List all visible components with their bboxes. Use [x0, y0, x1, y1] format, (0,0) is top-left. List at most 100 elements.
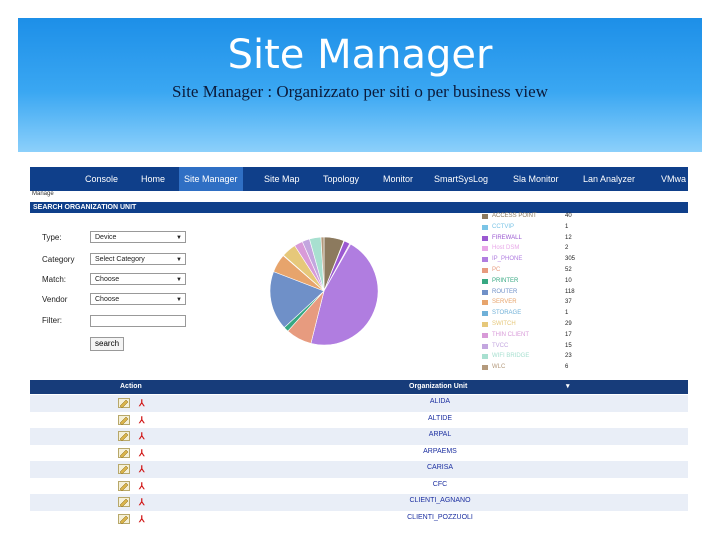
legend-count: 118: [565, 288, 575, 295]
legend-count: 52: [565, 266, 572, 273]
search-section-bar: SEARCH ORGANIZATION UNIT: [30, 202, 688, 213]
type-select[interactable]: Device ▼: [90, 231, 186, 243]
edit-pencil-icon[interactable]: [118, 447, 130, 458]
legend-label: SWITCH: [492, 320, 516, 327]
vendor-label: Vendor: [42, 295, 68, 304]
legend-count: 37: [565, 299, 572, 306]
legend-item: FIREWALL 12: [482, 235, 607, 246]
vendor-select[interactable]: Choose ▼: [90, 293, 186, 305]
legend-label: STORAGE: [492, 310, 522, 317]
search-button[interactable]: search: [90, 337, 125, 351]
legend-label: TVCC: [492, 342, 509, 349]
type-label: Type:: [42, 233, 62, 242]
category-select[interactable]: Select Category ▼: [90, 253, 186, 265]
legend-swatch: [482, 289, 488, 295]
chevron-down-icon: ▼: [176, 277, 182, 283]
edit-pencil-icon[interactable]: [118, 480, 130, 491]
legend-label: IP_PHONE: [492, 256, 523, 263]
legend-label: PC: [492, 266, 501, 273]
nav-site-map[interactable]: Site Map: [264, 167, 300, 191]
legend-item: CCTVIP 1: [482, 224, 607, 235]
legend-swatch: [482, 224, 488, 230]
pdf-icon[interactable]: ⅄: [139, 464, 145, 475]
pdf-icon[interactable]: ⅄: [139, 514, 145, 525]
table-row: ⅄ CLIENTI_AGNANO: [30, 494, 688, 511]
legend-swatch: [482, 235, 488, 241]
category-label: Category: [42, 255, 75, 264]
legend-count: 29: [565, 320, 572, 327]
nav-smartsyslog[interactable]: SmartSysLog: [434, 167, 488, 191]
device-pie-chart: [269, 236, 379, 346]
type-select-value: Device: [95, 234, 117, 241]
legend-swatch: [482, 332, 488, 338]
legend-swatch: [482, 257, 488, 263]
table-header: Action Organization Unit ▾: [30, 380, 688, 394]
edit-pencil-icon[interactable]: [118, 398, 130, 408]
top-navbar: Console Home Site Manager Site Map Topol…: [30, 167, 688, 191]
org-unit-name[interactable]: CLIENTI_AGNANO: [360, 497, 520, 504]
pdf-icon[interactable]: ⅄: [139, 415, 145, 426]
legend-item: SERVER 37: [482, 299, 607, 310]
legend-count: 40: [565, 213, 572, 219]
legend-label: CCTVIP: [492, 223, 515, 230]
pdf-icon[interactable]: ⅄: [139, 481, 145, 492]
edit-pencil-icon[interactable]: [118, 431, 130, 441]
legend-item: THIN CLIENT 17: [482, 332, 607, 343]
legend-swatch: [482, 214, 488, 219]
legend-count: 6: [565, 364, 569, 371]
nav-sla-monitor[interactable]: Sla Monitor: [513, 167, 559, 191]
legend-item: IP_PHONE 305: [482, 256, 607, 267]
org-unit-name[interactable]: CARISA: [360, 464, 520, 471]
legend-swatch: [482, 354, 488, 360]
match-select-value: Choose: [95, 276, 120, 283]
filter-input[interactable]: [90, 315, 186, 327]
slide-subtitle: Site Manager : Organizzato per siti o pe…: [172, 82, 548, 101]
org-unit-name[interactable]: ALTIDE: [360, 415, 520, 422]
pdf-icon[interactable]: ⅄: [139, 497, 145, 508]
nav-monitor[interactable]: Monitor: [383, 167, 413, 191]
org-unit-name[interactable]: ARPAEMS: [360, 448, 520, 455]
legend-item: Host DSM 2: [482, 245, 607, 256]
nav-home[interactable]: Home: [141, 167, 165, 191]
org-unit-name[interactable]: CFC: [360, 481, 520, 488]
legend-swatch: [482, 365, 488, 371]
legend-label: WIFI BRIDGE: [492, 353, 530, 360]
nav-topology[interactable]: Topology: [323, 167, 359, 191]
legend-swatch: [482, 300, 488, 306]
legend-label: FIREWALL: [492, 234, 522, 241]
edit-pencil-icon[interactable]: [118, 464, 130, 474]
breadcrumb[interactable]: Manage: [32, 191, 54, 197]
table-row: ⅄ ALTIDE: [30, 412, 688, 429]
legend-count: 1: [565, 223, 569, 230]
legend-count: 2: [565, 245, 569, 252]
pdf-icon[interactable]: ⅄: [139, 448, 145, 459]
table-row: ⅄ CLIENTI_POZZUOLI: [30, 511, 688, 526]
nav-lan-analyzer[interactable]: Lan Analyzer: [583, 167, 635, 191]
legend-count: 10: [565, 277, 572, 284]
org-unit-name[interactable]: ARPAL: [360, 431, 520, 438]
org-unit-name[interactable]: ALIDA: [360, 398, 520, 405]
legend-item: ROUTER 118: [482, 289, 607, 300]
legend-label: ROUTER: [492, 288, 518, 295]
org-unit-name[interactable]: CLIENTI_POZZUOLI: [360, 514, 520, 521]
edit-pencil-icon[interactable]: [118, 497, 130, 507]
table-row: ⅄ CFC: [30, 478, 688, 495]
table-row: ⅄ ALIDA: [30, 395, 688, 412]
legend-swatch: [482, 246, 488, 252]
pdf-icon[interactable]: ⅄: [139, 398, 145, 409]
nav-console[interactable]: Console: [85, 167, 118, 191]
match-select[interactable]: Choose ▼: [90, 273, 186, 285]
legend-count: 17: [565, 331, 572, 338]
legend-count: 15: [565, 342, 572, 349]
org-unit-column-header[interactable]: Organization Unit: [409, 380, 467, 394]
action-column-header: Action: [120, 383, 142, 390]
nav-site-manager[interactable]: Site Manager: [179, 167, 243, 191]
pdf-icon[interactable]: ⅄: [139, 431, 145, 442]
edit-pencil-icon[interactable]: [118, 414, 130, 425]
sort-icon[interactable]: ▾: [566, 380, 570, 394]
section-title: SEARCH ORGANIZATION UNIT: [33, 204, 137, 211]
app-screenshot: Console Home Site Manager Site Map Topol…: [30, 165, 688, 525]
edit-pencil-icon[interactable]: [118, 513, 130, 524]
nav-vmware[interactable]: VMwa: [661, 167, 686, 191]
legend-swatch: [482, 267, 488, 273]
